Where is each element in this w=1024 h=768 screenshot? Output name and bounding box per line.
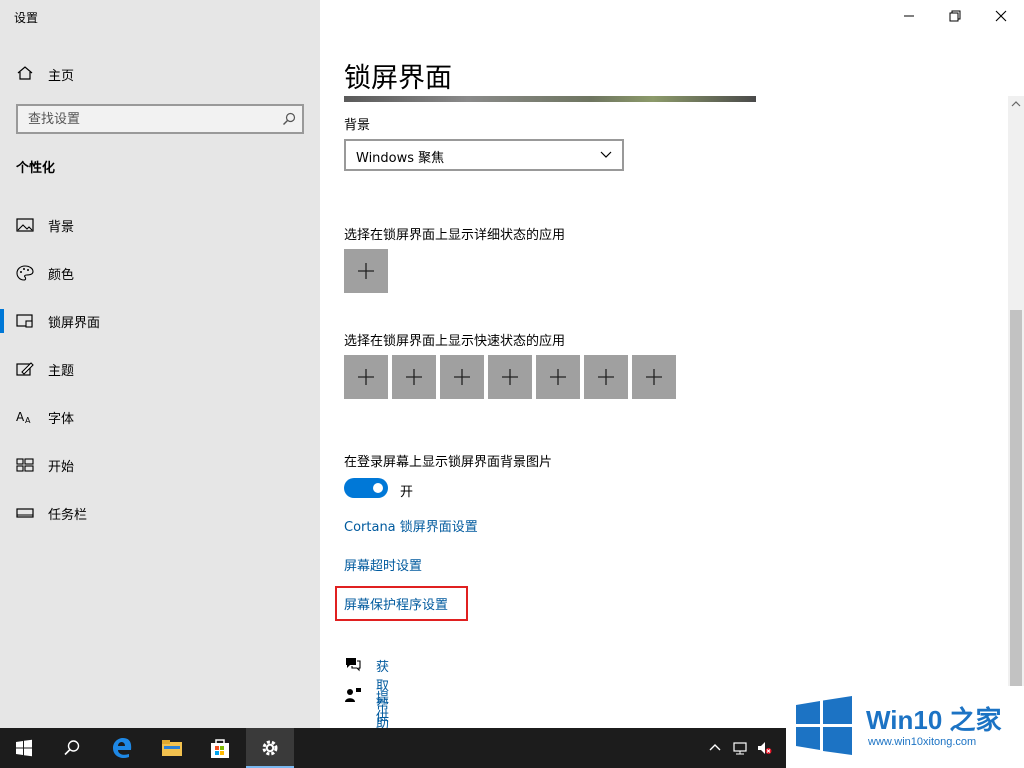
- detail-status-label: 选择在锁屏界面上显示详细状态的应用: [344, 228, 566, 243]
- sidebar-item-label: 颜色: [48, 268, 75, 283]
- scroll-up-arrow-icon[interactable]: [1008, 96, 1024, 112]
- sidebar-item-fonts[interactable]: AA 字体: [0, 399, 320, 435]
- edge-icon: [113, 738, 132, 758]
- restore-button[interactable]: [932, 0, 978, 32]
- windows-logo-watermark-icon: [796, 696, 852, 755]
- watermark-url: www.win10xitong.com: [868, 736, 977, 748]
- settings-taskbar-button[interactable]: [246, 728, 294, 768]
- plus-icon: [358, 263, 374, 279]
- add-quick-app-button[interactable]: [392, 355, 436, 399]
- sidebar-item-label: 字体: [48, 412, 75, 427]
- lock-screen-icon: [16, 314, 33, 328]
- feedback-person-icon: [345, 688, 361, 702]
- add-detail-app-button[interactable]: [344, 249, 388, 293]
- theme-brush-icon: [16, 362, 34, 376]
- svg-text:A: A: [25, 416, 31, 425]
- add-quick-app-button[interactable]: [488, 355, 532, 399]
- background-dropdown[interactable]: Windows 聚焦: [344, 139, 624, 171]
- vertical-scrollbar[interactable]: [1008, 96, 1024, 728]
- sidebar-item-label: 主题: [48, 364, 75, 379]
- plus-icon: [646, 369, 662, 385]
- volume-muted-icon[interactable]: [756, 740, 772, 756]
- app-title: 设置: [14, 11, 39, 25]
- taskbar-icon: [16, 508, 34, 518]
- sidebar-item-label: 开始: [48, 460, 75, 475]
- search-box[interactable]: [16, 104, 304, 134]
- toggle-state-label: 开: [400, 485, 414, 500]
- start-button[interactable]: [0, 728, 48, 768]
- close-button[interactable]: [978, 0, 1024, 32]
- start-tiles-icon: [16, 458, 34, 472]
- minimize-button[interactable]: [886, 0, 932, 32]
- sidebar-item-label: 锁屏界面: [48, 316, 101, 331]
- settings-sidebar: 设置 主页 个性化 背景 颜色 锁屏界面 主题 AA 字体 开始 任务栏: [0, 0, 320, 728]
- site-watermark: Win10 之家 www.win10xitong.com: [786, 686, 1024, 768]
- toggle-knob: [373, 483, 383, 493]
- image-icon: [16, 218, 34, 232]
- store-button[interactable]: [196, 728, 244, 768]
- lock-screen-preview: [344, 96, 756, 102]
- search-icon[interactable]: [282, 112, 296, 126]
- active-indicator: [0, 309, 4, 333]
- background-label: 背景: [344, 118, 371, 133]
- taskbar-search-button[interactable]: [48, 728, 96, 768]
- add-quick-app-button[interactable]: [632, 355, 676, 399]
- search-icon: [64, 740, 80, 756]
- edge-browser-button[interactable]: [98, 728, 146, 768]
- sidebar-item-lock-screen[interactable]: 锁屏界面: [0, 303, 320, 339]
- font-icon: AA: [16, 410, 31, 425]
- sidebar-item-label: 背景: [48, 220, 75, 235]
- folder-icon: [162, 740, 182, 756]
- sidebar-item-label: 任务栏: [48, 508, 88, 523]
- windows-logo-icon: [16, 739, 32, 757]
- close-icon: [995, 10, 1007, 22]
- page-title: 锁屏界面: [344, 63, 452, 94]
- file-explorer-button[interactable]: [148, 728, 196, 768]
- watermark-title: Win10 之家: [866, 705, 1002, 735]
- minimize-icon: [904, 15, 914, 17]
- network-icon[interactable]: [732, 740, 748, 756]
- restore-icon: [949, 10, 961, 22]
- sidebar-item-start[interactable]: 开始: [0, 447, 320, 483]
- sidebar-item-colors[interactable]: 颜色: [0, 255, 320, 291]
- gear-icon: [262, 740, 278, 756]
- sidebar-item-taskbar[interactable]: 任务栏: [0, 495, 320, 531]
- sidebar-item-background[interactable]: 背景: [0, 207, 320, 243]
- palette-icon: [16, 265, 34, 281]
- login-background-label: 在登录屏幕上显示锁屏界面背景图片: [344, 455, 553, 470]
- sidebar-item-home[interactable]: 主页: [0, 58, 320, 88]
- screensaver-settings-link[interactable]: 屏幕保护程序设置: [344, 594, 448, 613]
- plus-icon: [598, 369, 614, 385]
- background-dropdown-value: Windows 聚焦: [356, 151, 445, 166]
- add-quick-app-button[interactable]: [584, 355, 628, 399]
- screen-timeout-settings-link[interactable]: 屏幕超时设置: [344, 555, 422, 574]
- add-quick-app-button[interactable]: [536, 355, 580, 399]
- login-background-toggle[interactable]: [344, 478, 388, 498]
- chevron-down-icon: [600, 151, 612, 158]
- home-icon: [17, 66, 33, 80]
- scrollbar-thumb[interactable]: [1010, 310, 1022, 720]
- sidebar-item-themes[interactable]: 主题: [0, 351, 320, 387]
- plus-icon: [358, 369, 374, 385]
- add-quick-app-button[interactable]: [344, 355, 388, 399]
- search-input[interactable]: [18, 106, 278, 132]
- quick-status-label: 选择在锁屏界面上显示快速状态的应用: [344, 334, 566, 349]
- plus-icon: [406, 369, 422, 385]
- cortana-lock-screen-settings-link[interactable]: Cortana 锁屏界面设置: [344, 516, 478, 535]
- help-chat-icon: [346, 658, 361, 672]
- sidebar-item-label: 主页: [48, 69, 75, 84]
- plus-icon: [454, 369, 470, 385]
- plus-icon: [550, 369, 566, 385]
- show-hidden-icons-chevron-icon[interactable]: [707, 740, 723, 756]
- svg-text:A: A: [16, 410, 25, 424]
- store-bag-icon: [211, 739, 229, 758]
- plus-icon: [502, 369, 518, 385]
- section-heading: 个性化: [16, 161, 56, 176]
- add-quick-app-button[interactable]: [440, 355, 484, 399]
